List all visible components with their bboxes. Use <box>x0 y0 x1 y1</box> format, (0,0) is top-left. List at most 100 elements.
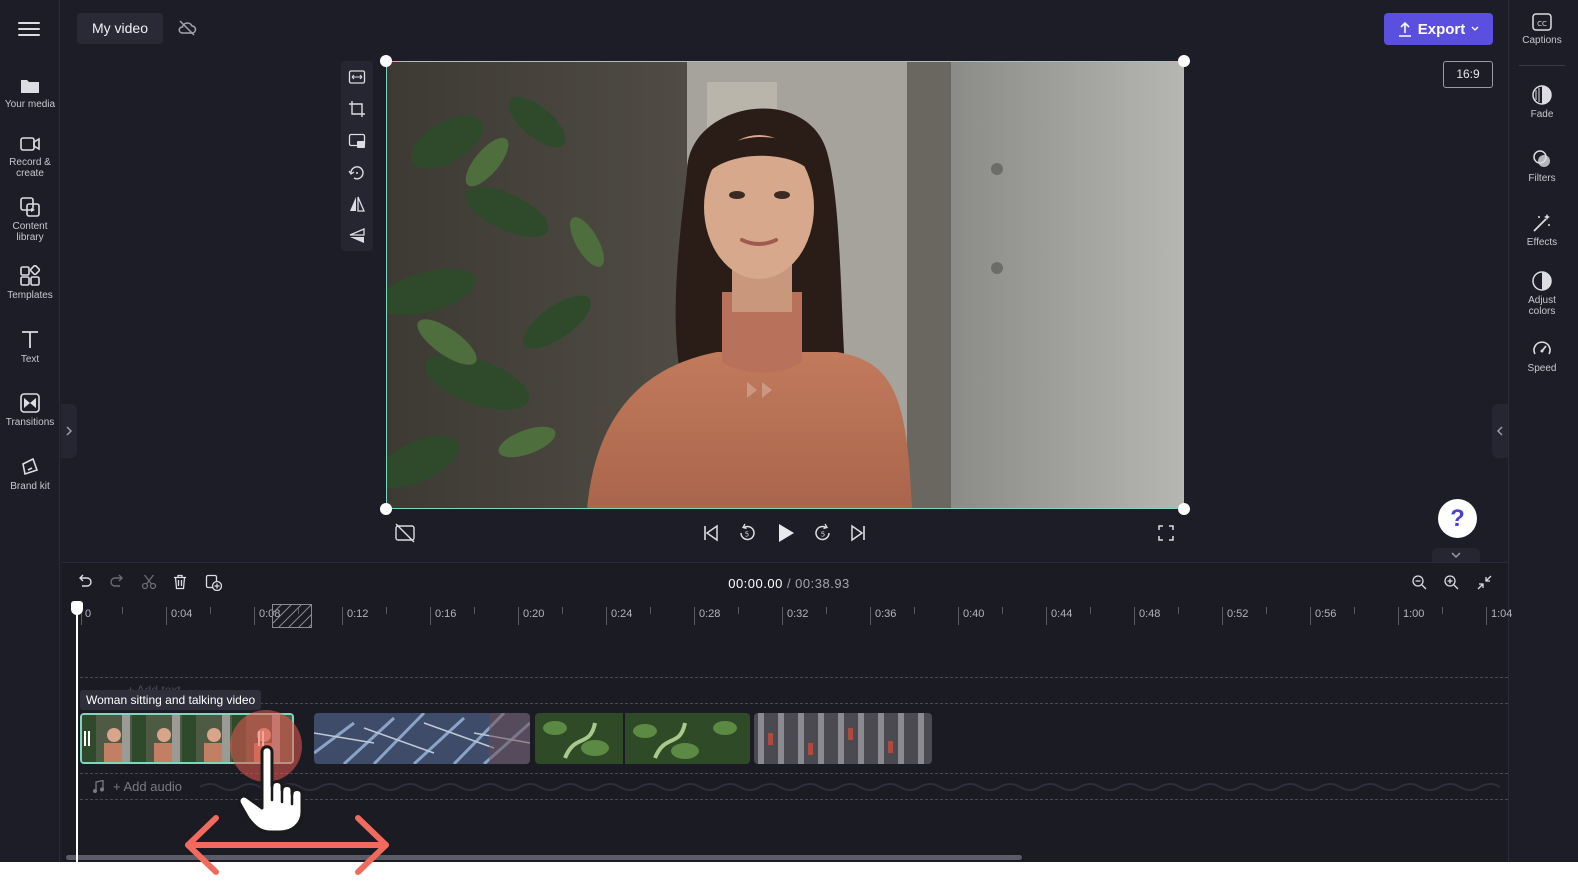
rnav-captions[interactable]: CC Captions <box>1509 12 1575 46</box>
ruler-tick <box>1310 607 1311 625</box>
clip-thumbnails <box>535 713 750 764</box>
resize-handle-top-right[interactable] <box>1178 55 1190 67</box>
ruler-label: 0:12 <box>347 608 369 620</box>
rotate-icon[interactable] <box>348 164 366 182</box>
camera-icon <box>20 137 40 151</box>
flip-horizontal-icon[interactable] <box>348 195 366 213</box>
rnav-label: Speed <box>1527 363 1557 374</box>
rewind-5-icon[interactable]: 5 <box>737 523 757 543</box>
ruler-label: 0:56 <box>1315 608 1337 620</box>
video-editor-app: Your media Record & create Content libra… <box>0 0 1578 862</box>
nav-label: Brand kit <box>10 481 50 492</box>
nav-content-library[interactable]: Content library <box>0 196 60 243</box>
nav-text[interactable]: Text <box>0 329 60 365</box>
nav-label: Your media <box>4 99 56 110</box>
ruler-label: 0:52 <box>1227 608 1249 620</box>
fit-icon[interactable] <box>348 68 366 86</box>
preview-tool-strip <box>341 61 373 251</box>
nav-templates[interactable]: Templates <box>0 265 60 301</box>
resize-handle-bottom-right[interactable] <box>1178 503 1190 515</box>
divider <box>1519 65 1565 66</box>
skip-forward-icon[interactable] <box>849 524 867 542</box>
ruler-tick <box>606 607 607 625</box>
pip-icon[interactable] <box>348 132 366 150</box>
rnav-effects[interactable]: Effects <box>1509 212 1575 248</box>
rnav-label-line2: colors <box>1528 306 1556 317</box>
clip-thumbnails <box>754 713 932 764</box>
hamburger-menu-icon[interactable] <box>18 20 40 38</box>
video-clip-3[interactable] <box>535 713 750 764</box>
play-icon[interactable] <box>776 523 796 543</box>
ruler-label: 0:16 <box>435 608 457 620</box>
fullscreen-icon[interactable] <box>1158 525 1174 541</box>
ruler-tick <box>386 607 387 614</box>
aspect-ratio-button[interactable]: 16:9 <box>1443 61 1493 88</box>
rnav-fade[interactable]: Fade <box>1509 84 1575 120</box>
ruler-label: 0:36 <box>875 608 897 620</box>
cloud-off-icon <box>178 20 197 36</box>
ruler-label: 0:32 <box>787 608 809 620</box>
playhead-handle[interactable] <box>71 601 83 615</box>
nav-your-media[interactable]: Your media <box>0 76 60 110</box>
ruler-label: 0:44 <box>1051 608 1073 620</box>
chevron-down-icon <box>1451 552 1461 559</box>
help-button[interactable]: ? <box>1438 499 1477 538</box>
timecode: 00:00.00 / 00:38.93 <box>0 576 1578 591</box>
right-sidebar: CC Captions Fade Filters Effects Adjust … <box>1508 0 1578 862</box>
ruler-tick <box>1002 607 1003 614</box>
ruler-label: 0:24 <box>611 608 633 620</box>
resize-handle-bottom-left[interactable] <box>380 503 392 515</box>
left-panel-expand-tab[interactable] <box>61 404 77 458</box>
ruler-tick <box>958 607 959 625</box>
flip-vertical-icon[interactable] <box>348 227 366 245</box>
right-panel-collapse-tab[interactable] <box>1492 404 1508 458</box>
nav-transitions[interactable]: Transitions <box>0 392 60 428</box>
captions-off-icon[interactable] <box>394 523 416 543</box>
ruler-label: 0:28 <box>699 608 721 620</box>
total-time: 00:38.93 <box>795 576 850 591</box>
ruler-tick <box>1266 607 1267 614</box>
rnav-adjust-colors[interactable]: Adjust colors <box>1509 270 1575 317</box>
nav-label: Text <box>20 354 40 365</box>
fade-icon <box>1532 85 1552 105</box>
drag-double-arrow-icon <box>185 815 389 875</box>
effects-icon <box>1533 214 1550 232</box>
ruler-tick <box>914 607 915 614</box>
help-collapse-tab[interactable] <box>1432 548 1480 562</box>
video-clip-2[interactable] <box>314 713 530 764</box>
crop-icon[interactable] <box>348 100 366 118</box>
content-library-icon <box>20 197 40 217</box>
project-title[interactable]: My video <box>77 13 163 44</box>
rnav-filters[interactable]: Filters <box>1509 148 1575 184</box>
playhead-line[interactable] <box>76 604 78 862</box>
text-track-top-border <box>80 677 1508 678</box>
skip-back-icon[interactable] <box>702 524 720 542</box>
upload-icon <box>1398 21 1411 37</box>
nav-label-line2: library <box>16 232 44 243</box>
ruler-tick <box>122 607 123 614</box>
time-separator: / <box>782 576 796 591</box>
ruler-selection-marker <box>272 604 312 628</box>
forward-5-icon[interactable]: 5 <box>813 523 833 543</box>
templates-icon <box>20 265 41 286</box>
video-frame-image <box>387 62 1183 508</box>
zoom-out-icon[interactable] <box>1411 574 1428 591</box>
nav-brand-kit[interactable]: Brand kit <box>0 456 60 492</box>
add-audio-button[interactable]: + Add audio <box>113 779 182 794</box>
ruler-tick <box>1354 607 1355 614</box>
ruler-label: 0:48 <box>1139 608 1161 620</box>
nav-label: Templates <box>7 290 53 301</box>
export-button[interactable]: Export <box>1384 13 1493 45</box>
ruler-tick <box>1090 607 1091 614</box>
video-clip-4[interactable] <box>754 713 932 764</box>
ruler-tick <box>210 607 211 614</box>
zoom-in-icon[interactable] <box>1443 574 1460 591</box>
video-preview[interactable] <box>386 61 1184 509</box>
clip-trim-handle-left[interactable] <box>84 731 90 746</box>
ruler-tick <box>1486 607 1487 625</box>
fit-timeline-icon[interactable] <box>1476 574 1493 591</box>
resize-handle-top-left[interactable] <box>380 55 392 67</box>
chevron-left-icon <box>1496 426 1503 436</box>
rnav-speed[interactable]: Speed <box>1509 338 1575 374</box>
nav-record-create[interactable]: Record & create <box>0 134 60 179</box>
